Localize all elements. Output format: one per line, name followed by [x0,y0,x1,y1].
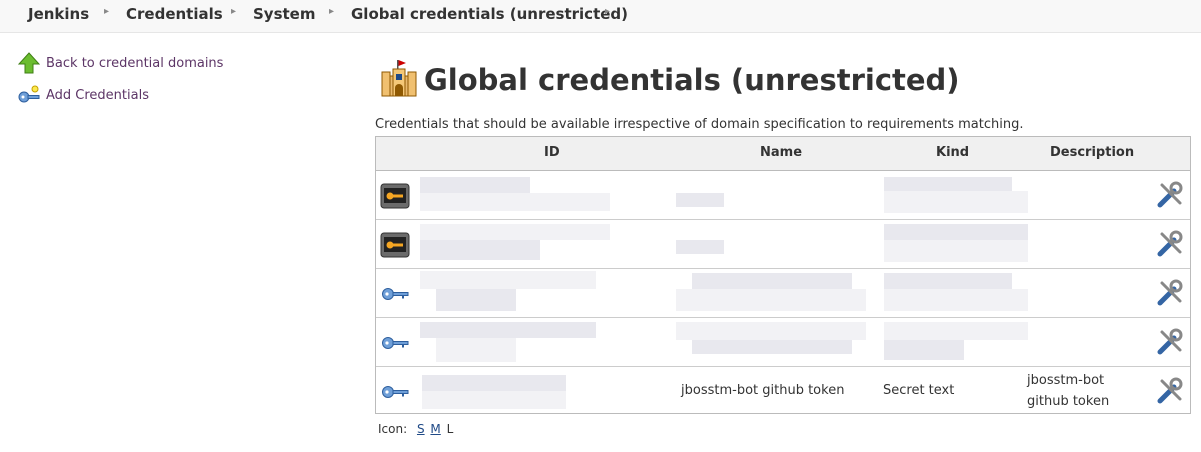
credential-description: jbosstm-bot [1027,373,1105,388]
redacted-kind [884,273,1012,289]
configure-icon[interactable] [1156,230,1184,258]
castle-icon [380,58,418,102]
redacted-kind [884,289,1028,311]
icon-size-large: L [446,422,454,436]
redacted-id [422,375,566,391]
key-icon [380,330,410,356]
configure-icon[interactable] [1156,279,1184,307]
table-row [376,171,1190,220]
redacted-kind [884,177,1012,191]
configure-icon[interactable] [1156,377,1184,405]
redacted-id [420,240,540,260]
redacted-kind [884,224,1028,240]
redacted-kind [884,191,1028,213]
redacted-id [420,193,610,211]
table-header: ID Name Kind Description [376,137,1190,171]
icon-size-small[interactable]: S [417,422,425,436]
redacted-name [676,240,724,254]
page-title: Global credentials (unrestricted) [380,58,960,102]
redacted-id [420,271,596,289]
key-icon [380,379,410,405]
up-arrow-icon [17,52,41,74]
redacted-id [420,177,530,193]
redacted-id [436,338,516,362]
redacted-kind [884,322,1028,340]
credential-kind: Secret text [883,383,955,398]
redacted-id [422,391,566,409]
redacted-name [692,340,852,354]
breadcrumb-jenkins[interactable]: Jenkins [28,5,89,23]
column-header-id[interactable]: ID [544,145,560,160]
table-row: jbosstm-bot github token Secret text jbo… [376,367,1190,415]
column-header-kind[interactable]: Kind [936,145,969,160]
column-header-description[interactable]: Description [1050,145,1134,160]
key-icon [380,281,410,307]
icon-size-medium[interactable]: M [430,422,440,436]
redacted-id [420,224,610,240]
chevron-right-icon[interactable]: ▸ [104,6,109,17]
icon-size-selector: Icon: S M L [378,422,453,436]
add-key-icon [18,84,40,106]
configure-icon[interactable] [1156,181,1184,209]
icon-size-label: Icon: [378,422,408,436]
credentials-table: ID Name Kind Description jbosstm-bot git… [375,136,1191,414]
redacted-kind [884,340,964,360]
redacted-name [676,289,866,311]
ssh-key-icon [380,232,410,258]
page-description: Credentials that should be available irr… [375,117,1024,132]
back-to-domains-label[interactable]: Back to credential domains [46,56,223,71]
ssh-key-icon [380,183,410,209]
credential-description: github token [1027,394,1110,409]
breadcrumb-system[interactable]: System [253,5,315,23]
table-row [376,220,1190,269]
redacted-name [692,273,852,289]
add-credentials-link[interactable]: Add Credentials [18,84,149,106]
breadcrumb-credentials[interactable]: Credentials [126,5,223,23]
breadcrumb-global-credentials[interactable]: Global credentials (unrestricted) [351,5,628,23]
back-to-domains-link[interactable]: Back to credential domains [17,52,223,74]
page-heading: Global credentials (unrestricted) [424,63,960,97]
add-credentials-label[interactable]: Add Credentials [46,88,149,103]
redacted-id [420,322,596,338]
credential-name: jbosstm-bot github token [681,383,845,398]
redacted-name [676,322,866,340]
redacted-name [676,193,724,207]
table-row [376,269,1190,318]
chevron-right-icon[interactable]: ▸ [605,6,610,17]
redacted-kind [884,240,1028,262]
redacted-id [436,289,516,311]
configure-icon[interactable] [1156,328,1184,356]
breadcrumb: Jenkins ▸ Credentials ▸ System ▸ Global … [0,0,1201,33]
table-row [376,318,1190,367]
chevron-right-icon[interactable]: ▸ [231,6,236,17]
chevron-right-icon[interactable]: ▸ [329,6,334,17]
column-header-name[interactable]: Name [760,145,802,160]
